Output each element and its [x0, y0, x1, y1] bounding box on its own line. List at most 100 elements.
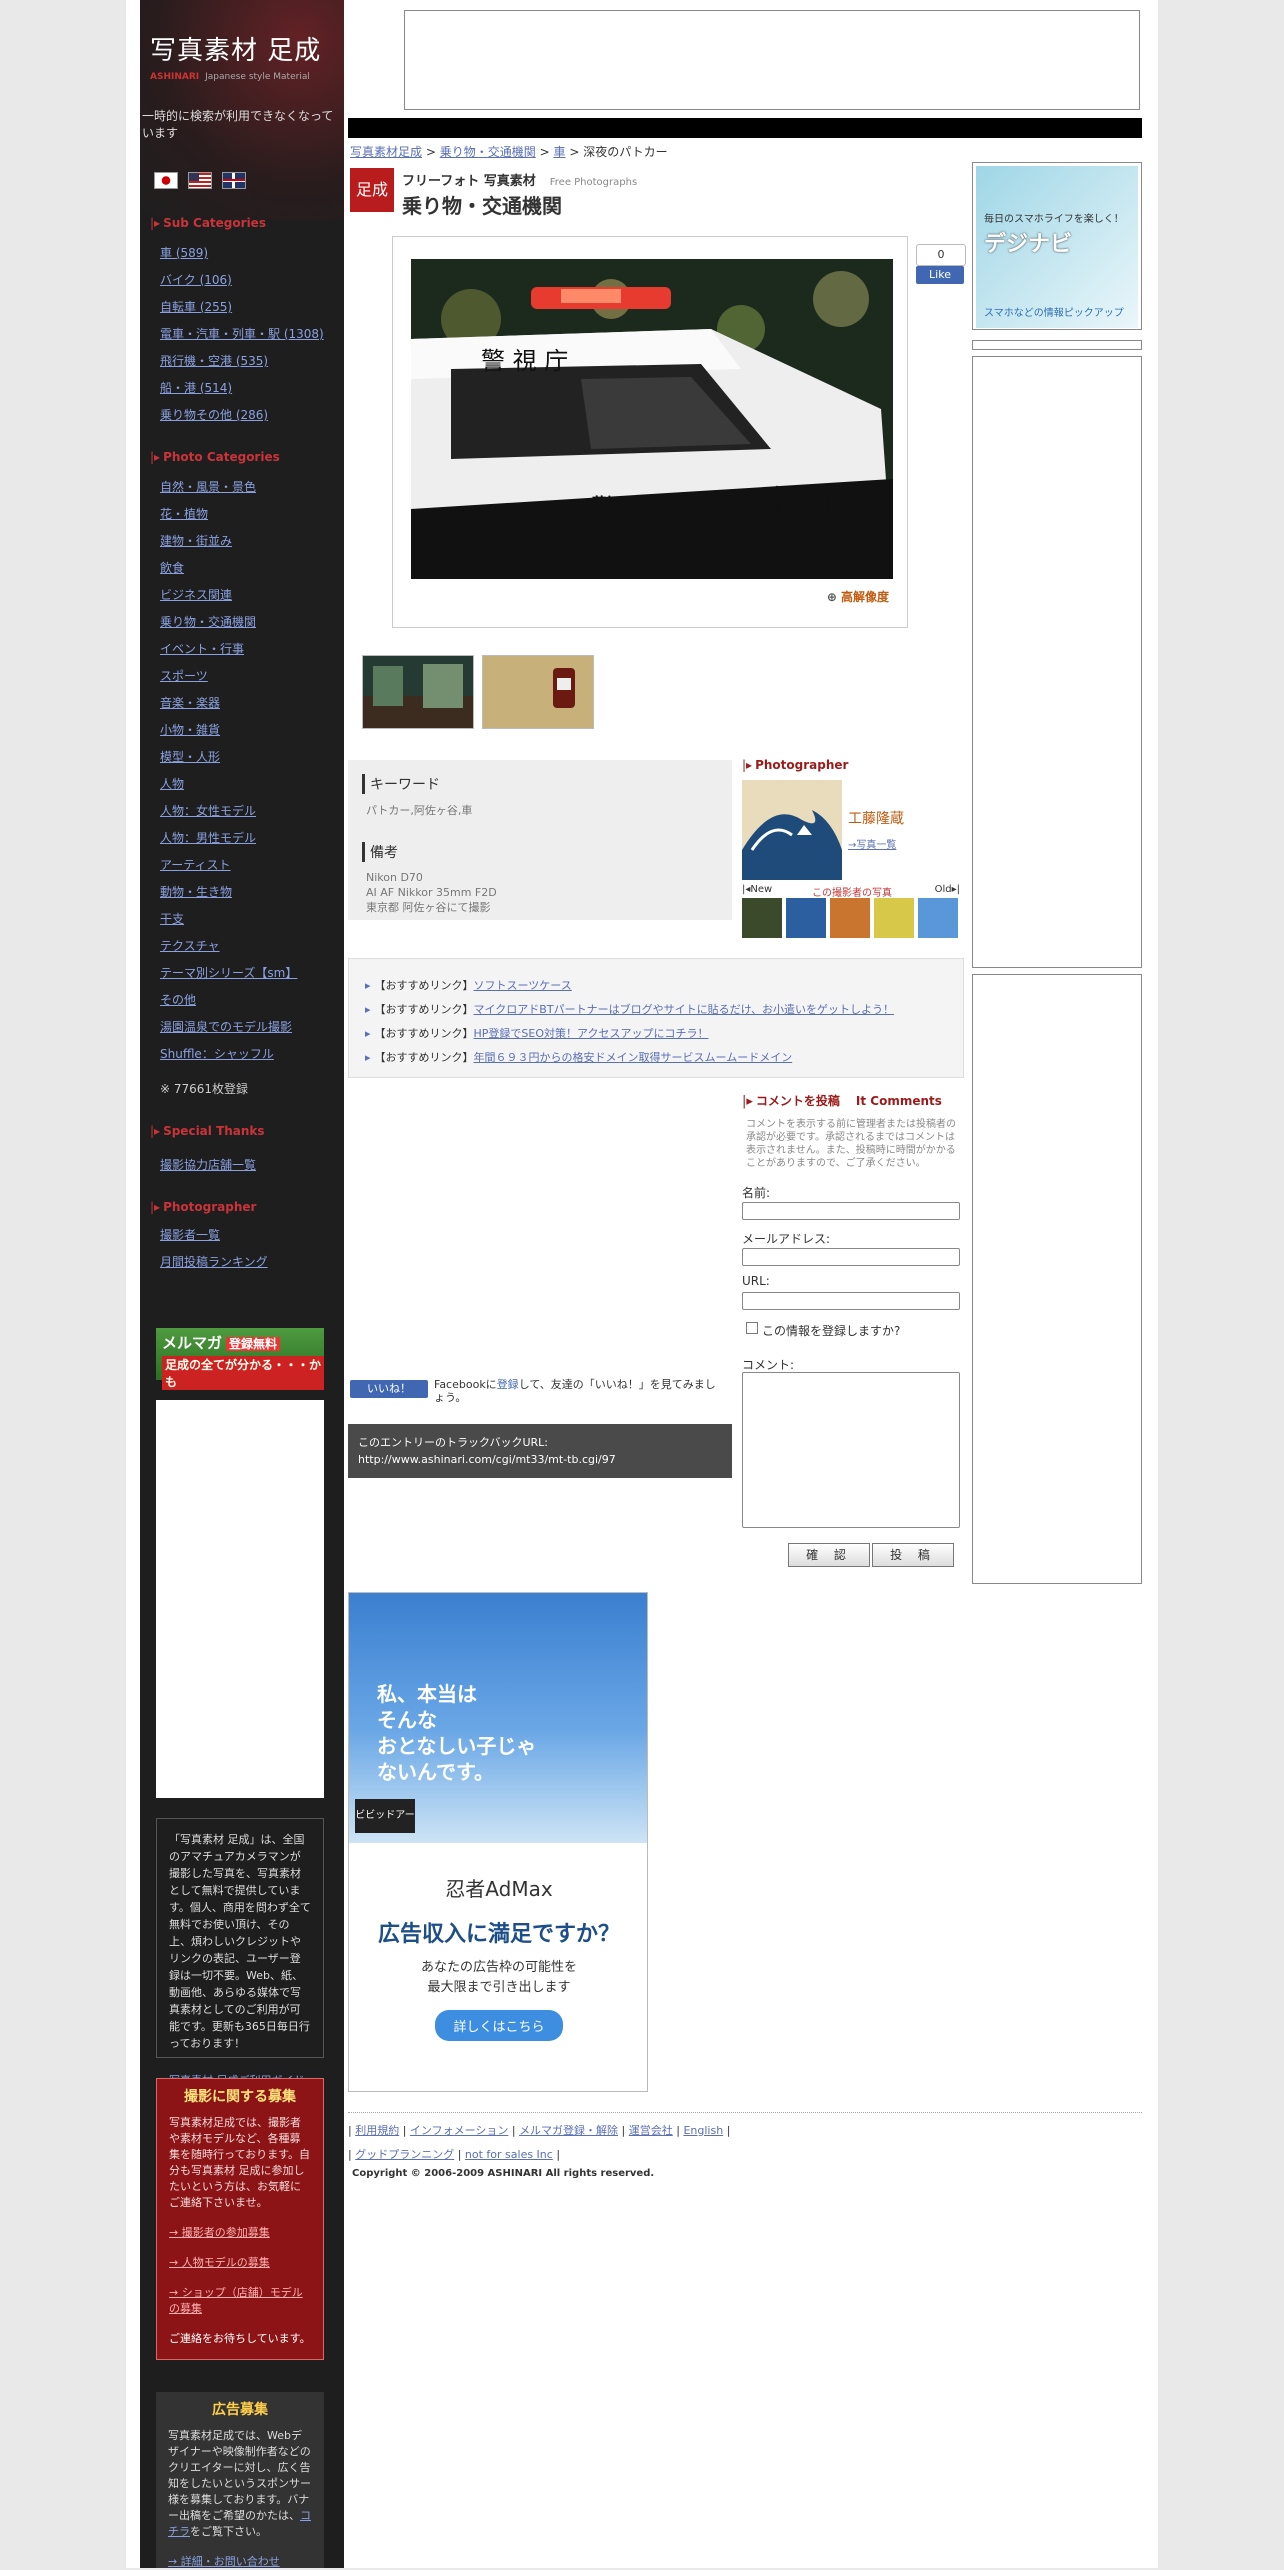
footer-company-link[interactable]: 運営会社 — [629, 2124, 673, 2137]
photographer-thumbnail[interactable] — [874, 898, 914, 938]
top-banner-ad[interactable] — [404, 10, 1140, 110]
uk-flag-icon[interactable] — [221, 172, 246, 189]
sub-category-item[interactable]: バイク (106) — [160, 271, 324, 298]
recruit-shop-link[interactable]: → ショップ（店舗）モデルの募集 — [169, 2285, 311, 2317]
footer-mailmag-link[interactable]: メルマガ登録・解除 — [519, 2124, 618, 2137]
photographer-heading: Photographer — [150, 1200, 256, 1214]
name-field[interactable] — [742, 1202, 960, 1220]
photo-category-item[interactable]: Shuffle：シャッフル — [160, 1045, 297, 1072]
nav-center: この撮影者の写真 — [812, 888, 892, 899]
footer-terms-link[interactable]: 利用規約 — [355, 2124, 399, 2137]
recruit-model-link[interactable]: → 人物モデルの募集 — [169, 2255, 311, 2271]
comment-textarea[interactable] — [742, 1372, 960, 1528]
mail-magazine-banner[interactable]: メルマガ 登録無料 足成の全てが分かる・・・かも — [156, 1328, 324, 1390]
ad-contact-link[interactable]: → 詳細・お問い合わせ — [168, 2555, 280, 2568]
sub-category-item[interactable]: 乗り物その他 (286) — [160, 406, 324, 433]
confirm-button[interactable]: 確 認 — [788, 1543, 870, 1567]
email-field[interactable] — [742, 1248, 960, 1266]
facebook-like-button[interactable]: Like — [916, 266, 964, 284]
photographer-name[interactable]: 工藤隆蔵 — [848, 808, 904, 828]
photo-category-item[interactable]: アーティスト — [160, 856, 297, 883]
nav-new[interactable]: |◂New — [742, 884, 772, 895]
footer-english-link[interactable]: English — [683, 2124, 723, 2137]
photo-category-item[interactable]: 動物・生き物 — [160, 883, 297, 910]
recruit-photographer-link[interactable]: → 撮影者の参加募集 — [169, 2225, 311, 2241]
photo-categories-heading: Photo Categories — [150, 450, 280, 464]
sub-category-item[interactable]: 自転車 (255) — [160, 298, 324, 325]
comment-label: コメント: — [742, 1358, 795, 1372]
photographer-photo-list-link[interactable]: →写真一覧 — [848, 836, 896, 851]
keyword-heading: キーワード — [362, 774, 718, 794]
photographer-list-link[interactable]: 撮影者一覧 — [160, 1226, 268, 1253]
breadcrumb-home[interactable]: 写真素材足成 — [350, 145, 422, 159]
site-logo-subtitle: ASHINARI Japanese style Material — [150, 72, 310, 82]
breadcrumb-subcategory[interactable]: 車 — [553, 145, 565, 159]
sub-category-item[interactable]: 車 (589) — [160, 244, 324, 271]
trackback-url[interactable]: http://www.ashinari.com/cgi/mt33/mt-tb.c… — [358, 1451, 722, 1468]
photo-category-item[interactable]: 干支 — [160, 910, 297, 937]
facebook-like-count: 0 — [916, 244, 966, 266]
main-ad-banner[interactable]: 私、本当は そんな おとなしい子じゃ ないんです。 ビビッドアーミー 忍者AdM… — [348, 1592, 648, 2092]
sub-category-item[interactable]: 飛行機・空港 (535) — [160, 352, 324, 379]
ad-details-button[interactable]: 詳しくはこちら — [435, 2010, 563, 2041]
monthly-ranking-link[interactable]: 月間投稿ランキング — [160, 1253, 268, 1280]
footer-links-row2: | グッドプランニング | not for sales Inc | — [348, 2148, 561, 2161]
photo-category-item[interactable]: 飲食 — [160, 559, 297, 586]
photo-category-item[interactable]: 自然・風景・景色 — [160, 478, 297, 505]
post-button[interactable]: 投 稿 — [872, 1543, 954, 1567]
main-photo[interactable]: 警 視 庁 視 庁 警 — [411, 259, 893, 579]
facebook-register-link[interactable]: 登録 — [497, 1378, 519, 1391]
url-label: URL: — [742, 1274, 770, 1288]
thumbnail[interactable] — [482, 655, 594, 729]
photo-category-item[interactable]: 建物・街並み — [160, 532, 297, 559]
photo-category-item[interactable]: その他 — [160, 991, 297, 1018]
sub-category-item[interactable]: 船・港 (514) — [160, 379, 324, 406]
photographer-avatar[interactable] — [742, 780, 842, 880]
breadcrumb-category[interactable]: 乗り物・交通機関 — [440, 145, 536, 159]
ad-recruit-title: 広告募集 — [212, 2402, 268, 2418]
photo-category-item[interactable]: テクスチャ — [160, 937, 297, 964]
url-field[interactable] — [742, 1292, 960, 1310]
photographer-thumbnail[interactable] — [786, 898, 826, 938]
search-notice: 一時的に検索が利用できなくなっています — [142, 109, 334, 140]
photo-category-item[interactable]: 人物：男性モデル — [160, 829, 297, 856]
recommended-link-item: 【おすすめリンク】年間６９３円からの格安ドメイン取得サービスムームードメイン — [365, 1049, 947, 1073]
photo-category-item[interactable]: 花・植物 — [160, 505, 297, 532]
photo-category-item[interactable]: 乗り物・交通機関 — [160, 613, 297, 640]
right-ad-banner[interactable]: 毎日のスマホライフを楽しく！ デジナビ スマホなどの情報ピックアップ — [976, 166, 1138, 328]
photo-category-item[interactable]: ビジネス関連 — [160, 586, 297, 613]
photo-category-item[interactable]: 音楽・楽器 — [160, 694, 297, 721]
photo-category-item[interactable]: 小物・雑貨 — [160, 721, 297, 748]
nav-old[interactable]: Old▸| — [935, 884, 960, 895]
photographer-thumbnail[interactable] — [918, 898, 958, 938]
japan-flag-icon[interactable] — [154, 172, 178, 189]
footer-info-link[interactable]: インフォメーション — [410, 2124, 508, 2137]
photo-category-item[interactable]: 人物 — [160, 775, 297, 802]
photo-category-item[interactable]: テーマ別シリーズ【sm】 — [160, 964, 297, 991]
trackback-box: このエントリーのトラックバックURL: http://www.ashinari.… — [348, 1424, 732, 1478]
high-resolution-link[interactable]: 高解像度 — [827, 588, 889, 605]
sub-category-item[interactable]: 電車・汽車・列車・駅 (1308) — [160, 325, 324, 352]
photo-category-item[interactable]: 模型・人形 — [160, 748, 297, 775]
photo-count: ※ 77661枚登録 — [160, 1082, 249, 1096]
photographer-nav: |◂New この撮影者の写真 Old▸| — [742, 884, 960, 899]
thumbnail[interactable] — [362, 655, 474, 729]
right-ad-slot-1 — [972, 356, 1142, 968]
right-ad-slot-2 — [972, 974, 1142, 1584]
remember-label: この情報を登録しますか? — [762, 1324, 901, 1338]
us-flag-icon[interactable] — [187, 172, 212, 189]
facebook-like-button-2[interactable]: いいね！ — [350, 1380, 428, 1398]
photographer-thumbnail[interactable] — [742, 898, 782, 938]
photo-category-item[interactable]: 人物：女性モデル — [160, 802, 297, 829]
photographer-thumbnail[interactable] — [830, 898, 870, 938]
photo-category-item[interactable]: 湯園温泉でのモデル撮影 — [160, 1018, 297, 1045]
footer-goodplanning-link[interactable]: グッドプランニング — [355, 2148, 454, 2161]
footer-nfs-link[interactable]: not for sales Inc — [465, 2148, 553, 2161]
site-logo[interactable]: 写真素材 足成 — [150, 30, 321, 67]
svg-text:庁: 庁 — [811, 483, 839, 516]
photo-category-item[interactable]: スポーツ — [160, 667, 297, 694]
photo-category-item[interactable]: イベント・行事 — [160, 640, 297, 667]
remember-checkbox[interactable] — [746, 1322, 758, 1334]
special-thanks-item[interactable]: 撮影協力店舗一覧 — [160, 1156, 256, 1183]
svg-text:警 視 庁: 警 視 庁 — [481, 347, 568, 375]
